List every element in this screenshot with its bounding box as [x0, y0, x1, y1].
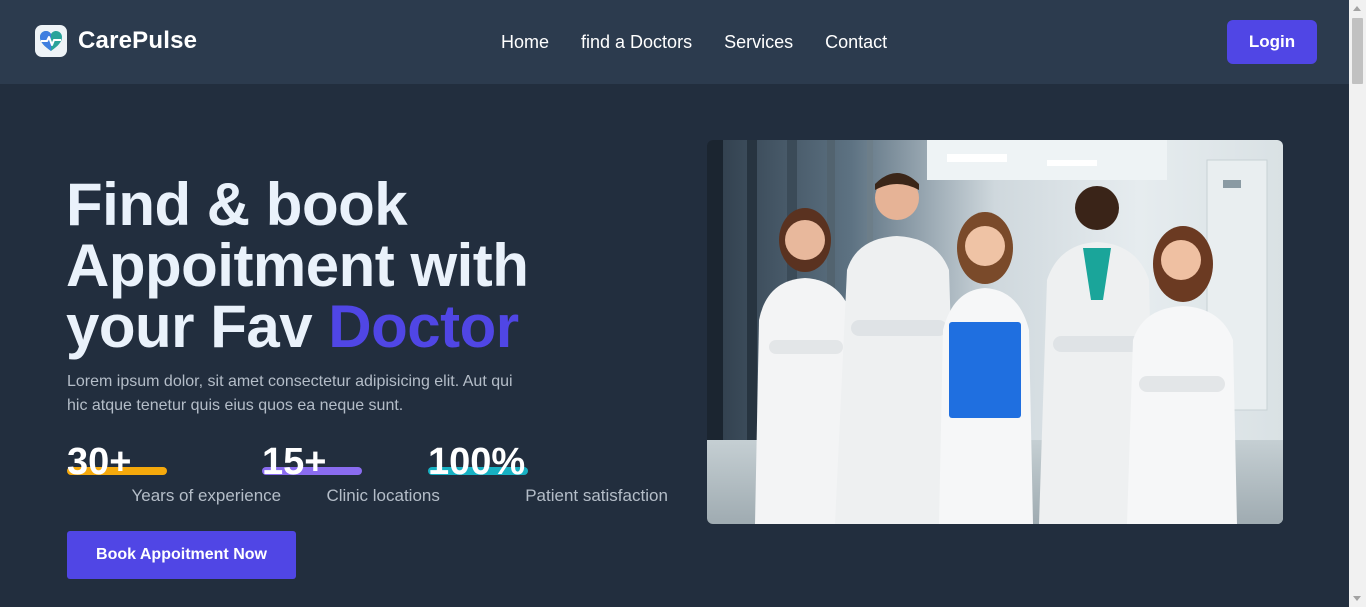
stat-value: 100% — [428, 441, 526, 483]
page-scrollbar[interactable] — [1349, 0, 1366, 607]
stat-label: Years of experience — [131, 486, 282, 505]
hero-title-line2: Appoitment with — [66, 232, 529, 299]
nav-services[interactable]: Services — [724, 31, 793, 53]
brand-link[interactable]: CarePulse — [35, 25, 197, 57]
scroll-down-arrow-icon[interactable] — [1353, 596, 1361, 601]
main-nav: Home find a Doctors Services Contact — [501, 31, 919, 53]
stat-experience: 30+ Years of experience — [67, 441, 281, 505]
stat-label: Patient satisfaction — [525, 486, 668, 505]
hero-title-line3: your Fav — [66, 293, 329, 360]
stat-value: 15+ — [262, 441, 327, 483]
heart-pulse-icon — [35, 25, 67, 57]
stat-satisfaction: 100% Patient satisfaction — [428, 441, 668, 505]
nav-find-doctors[interactable]: find a Doctors — [581, 31, 692, 53]
book-appointment-button[interactable]: Book Appoitment Now — [67, 531, 296, 579]
stat-clinics: 15+ Clinic locations — [262, 441, 440, 505]
navbar: CarePulse Home find a Doctors Services C… — [0, 0, 1349, 84]
nav-contact[interactable]: Contact — [825, 31, 887, 53]
stat-value: 30+ — [67, 441, 132, 483]
hero-title-line1: Find & book — [66, 171, 408, 238]
hero-title-accent: Doctor — [328, 293, 519, 360]
brand-name: CarePulse — [78, 27, 198, 54]
hero-description: Lorem ipsum dolor, sit amet consectetur … — [67, 373, 513, 414]
hero-title: Find & book Appoitment with your Fav Doc… — [66, 174, 626, 357]
stat-label: Clinic locations — [326, 486, 440, 505]
doctors-photo — [707, 140, 1283, 524]
page: CarePulse Home find a Doctors Services C… — [0, 0, 1349, 607]
nav-home[interactable]: Home — [501, 31, 549, 53]
login-button[interactable]: Login — [1227, 20, 1317, 64]
scroll-up-arrow-icon[interactable] — [1353, 6, 1361, 11]
scroll-thumb[interactable] — [1352, 18, 1363, 84]
